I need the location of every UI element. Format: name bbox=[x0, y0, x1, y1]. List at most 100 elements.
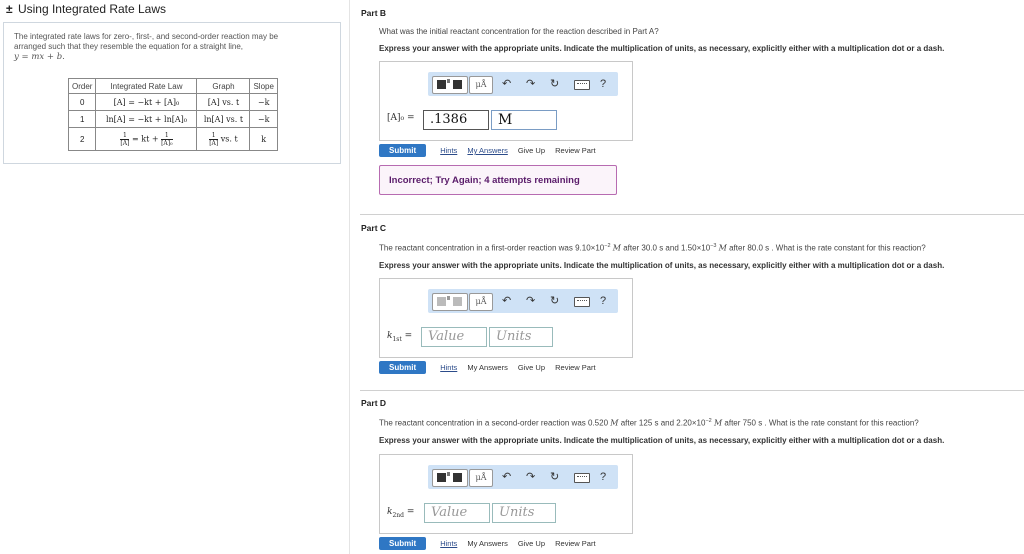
unit-m: M bbox=[612, 243, 621, 253]
part-b-actions: Submit Hints My Answers Give Up Review P… bbox=[379, 144, 604, 157]
graph-cell: 1 [A] vs. t bbox=[196, 127, 251, 151]
col-header-order: Order bbox=[67, 78, 97, 94]
col-header-graph: Graph bbox=[196, 78, 251, 94]
redo-icon[interactable]: ↷ bbox=[526, 293, 535, 309]
value-field[interactable]: Value bbox=[421, 327, 487, 347]
table-row: 1 ln[A] = −kt + ln[A]₀ ln[A] vs. t −k bbox=[67, 110, 278, 128]
give-up-link[interactable]: Give Up bbox=[518, 363, 545, 372]
part-d-actions: Submit Hints My Answers Give Up Review P… bbox=[379, 537, 604, 550]
review-part-link[interactable]: Review Part bbox=[555, 146, 595, 155]
denominator: [A]₀ bbox=[161, 139, 173, 147]
hints-link[interactable]: Hints bbox=[440, 363, 457, 372]
undo-icon[interactable]: ↶ bbox=[502, 293, 511, 309]
numerator: 1 bbox=[161, 132, 173, 140]
math-toolbar: μÅ ↶ ↷ ↻ ? bbox=[428, 465, 618, 489]
submit-button[interactable]: Submit bbox=[379, 537, 427, 550]
intro-line-2: arranged such that they resemble the equ… bbox=[14, 42, 244, 51]
part-c-question: The reactant concentration in a first-or… bbox=[379, 243, 926, 253]
templates-button[interactable] bbox=[432, 293, 468, 311]
table-header-row: Order Integrated Rate Law Graph Slope bbox=[67, 78, 278, 94]
graph-cell: [A] vs. t bbox=[196, 93, 251, 111]
rate-law-table: Order Integrated Rate Law Graph Slope 0 … bbox=[67, 78, 278, 151]
slope-cell: −k bbox=[249, 110, 278, 128]
reset-icon[interactable]: ↻ bbox=[550, 469, 559, 485]
equals: = bbox=[406, 507, 415, 517]
part-d-title: Part D bbox=[361, 398, 387, 408]
templates-button[interactable] bbox=[432, 469, 468, 487]
give-up-link[interactable]: Give Up bbox=[518, 539, 545, 548]
part-b-question: What was the initial reactant concentrat… bbox=[379, 27, 659, 36]
hints-link[interactable]: Hints bbox=[440, 146, 457, 155]
graph-cell: ln[A] vs. t bbox=[196, 110, 251, 128]
slope-cell: −k bbox=[249, 93, 278, 111]
units-symbols-button[interactable]: μÅ bbox=[469, 293, 493, 311]
col-header-slope: Slope bbox=[249, 78, 278, 94]
exponent: −2 bbox=[705, 418, 712, 424]
part-separator bbox=[360, 390, 1024, 391]
reset-icon[interactable]: ↻ bbox=[550, 76, 559, 92]
question-text: after 750 s . What is the rate constant … bbox=[724, 418, 919, 428]
hints-link[interactable]: Hints bbox=[440, 539, 457, 548]
help-icon[interactable]: ? bbox=[600, 469, 606, 485]
part-c-actions: Submit Hints My Answers Give Up Review P… bbox=[379, 361, 604, 374]
line-equation: y = mx + b. bbox=[14, 52, 65, 62]
numerator: 1 bbox=[209, 132, 219, 140]
redo-icon[interactable]: ↷ bbox=[526, 76, 535, 92]
panel-header[interactable]: ± Using Integrated Rate Laws bbox=[0, 0, 346, 18]
help-icon[interactable]: ? bbox=[600, 76, 606, 92]
question-text: after 80.0 s . What is the rate constant… bbox=[729, 243, 926, 253]
denominator: [A] bbox=[120, 139, 130, 147]
math-toolbar: μÅ ↶ ↷ ↻ ? bbox=[428, 72, 618, 96]
templates-button[interactable] bbox=[432, 76, 468, 94]
answer-label: k2nd = bbox=[387, 507, 414, 519]
denominator: [A] bbox=[209, 139, 219, 147]
units-field[interactable]: Units bbox=[492, 503, 556, 523]
law-cell: [A] = −kt + [A]₀ bbox=[95, 93, 198, 111]
undo-icon[interactable]: ↶ bbox=[502, 76, 511, 92]
submit-button[interactable]: Submit bbox=[379, 144, 427, 157]
col-header-law: Integrated Rate Law bbox=[95, 78, 198, 94]
question-text: The reactant concentration in a second-o… bbox=[379, 418, 609, 428]
question-text: The reactant concentration in a first-or… bbox=[379, 243, 605, 253]
review-part-link[interactable]: Review Part bbox=[555, 363, 595, 372]
fraction: 1 [A] bbox=[120, 132, 130, 147]
units-field[interactable]: Units bbox=[489, 327, 553, 347]
slope-cell: k bbox=[249, 127, 278, 151]
exponent: −2 bbox=[604, 243, 611, 249]
units-symbols-button[interactable]: μÅ bbox=[469, 469, 493, 487]
value-field[interactable]: Value bbox=[424, 503, 490, 523]
keyboard-icon[interactable] bbox=[574, 297, 590, 307]
submit-button[interactable]: Submit bbox=[379, 361, 427, 374]
equals: = bbox=[404, 331, 413, 341]
give-up-link[interactable]: Give Up bbox=[518, 146, 545, 155]
my-answers-link[interactable]: My Answers bbox=[467, 146, 507, 155]
units-field[interactable]: M bbox=[491, 110, 557, 130]
my-answers-link[interactable]: My Answers bbox=[467, 539, 507, 548]
part-c-answer-box: μÅ ↶ ↷ ↻ ? k1st = Value Units bbox=[379, 278, 633, 358]
exponent: −3 bbox=[710, 243, 717, 249]
undo-icon[interactable]: ↶ bbox=[502, 469, 511, 485]
math-toolbar: μÅ ↶ ↷ ↻ ? bbox=[428, 289, 618, 313]
review-part-link[interactable]: Review Part bbox=[555, 539, 595, 548]
expand-collapse-icon[interactable]: ± bbox=[6, 2, 13, 16]
reset-icon[interactable]: ↻ bbox=[550, 293, 559, 309]
keyboard-icon[interactable] bbox=[574, 80, 590, 90]
part-d-instructions: Express your answer with the appropriate… bbox=[379, 436, 945, 445]
keyboard-icon[interactable] bbox=[574, 473, 590, 483]
value-field[interactable]: .1386 bbox=[423, 110, 489, 130]
law-cell: 1 [A] = kt + 1 [A]₀ bbox=[95, 127, 198, 151]
unit-m: M bbox=[718, 243, 727, 253]
order-cell: 0 bbox=[67, 93, 97, 111]
law-text: = kt + bbox=[131, 134, 159, 143]
question-text: after 30.0 s and 1.50×10 bbox=[623, 243, 711, 253]
info-box: The integrated rate laws for zero-, firs… bbox=[3, 22, 341, 164]
intro-text: The integrated rate laws for zero-, firs… bbox=[14, 32, 326, 62]
redo-icon[interactable]: ↷ bbox=[526, 469, 535, 485]
my-answers-link[interactable]: My Answers bbox=[467, 363, 507, 372]
units-symbols-button[interactable]: μÅ bbox=[469, 76, 493, 94]
help-icon[interactable]: ? bbox=[600, 293, 606, 309]
part-d-answer-box: μÅ ↶ ↷ ↻ ? k2nd = Value Units bbox=[379, 454, 633, 534]
unit-m: M bbox=[713, 418, 723, 428]
part-separator bbox=[360, 214, 1024, 215]
law-cell: ln[A] = −kt + ln[A]₀ bbox=[95, 110, 198, 128]
